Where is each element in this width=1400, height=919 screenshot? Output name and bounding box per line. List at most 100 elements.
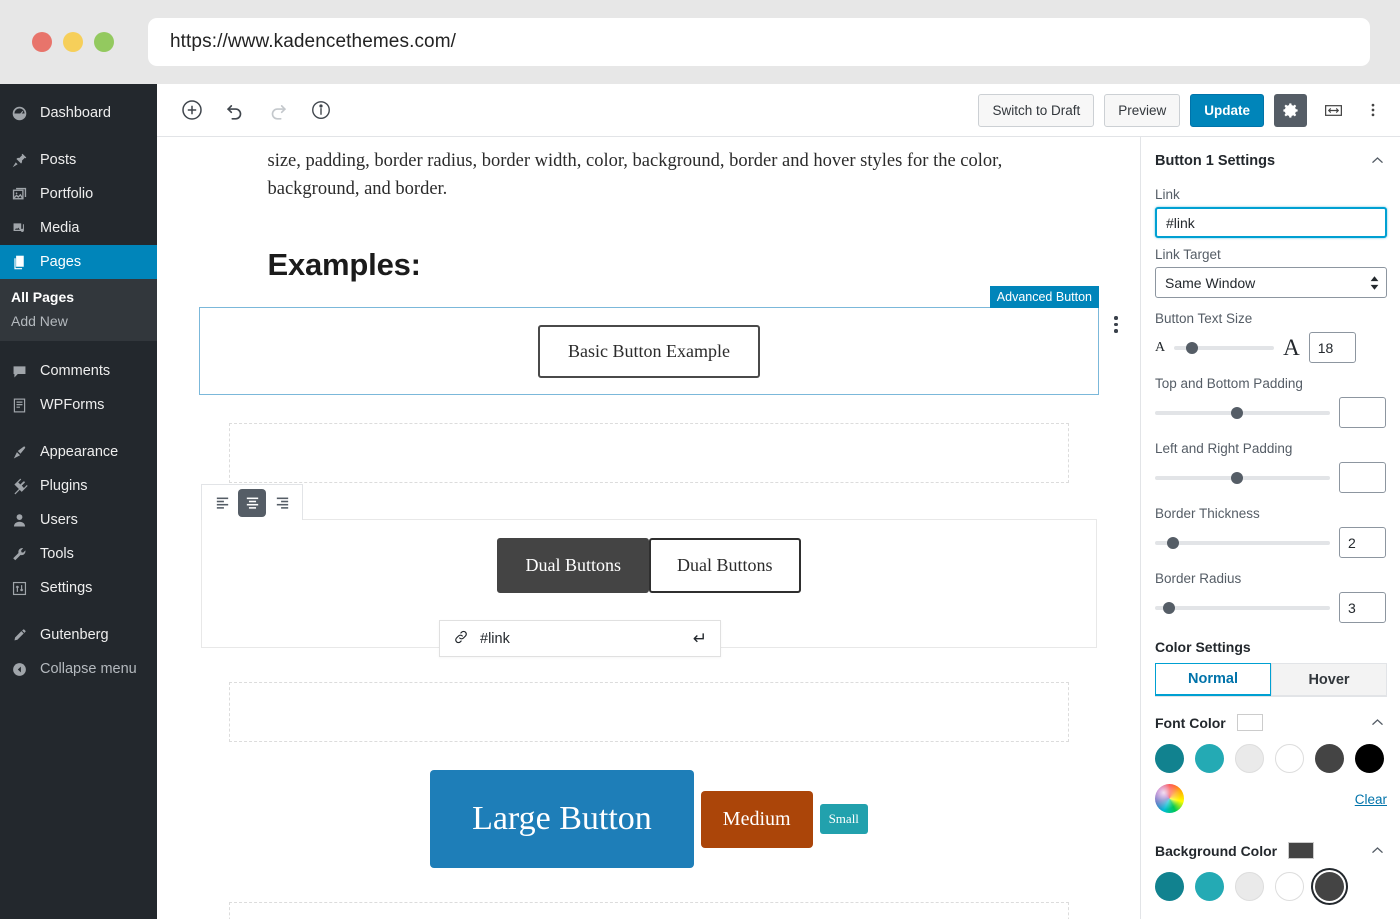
block-settings-sidebar: Button 1 Settings Link #link Link Target… (1140, 137, 1400, 919)
slider-thumb[interactable] (1231, 471, 1244, 484)
sidebar-item-portfolio[interactable]: Portfolio (0, 177, 157, 211)
text-size-input[interactable]: 18 (1308, 332, 1356, 363)
add-block-icon[interactable] (174, 92, 210, 128)
color-swatch[interactable] (1275, 872, 1304, 901)
link-popup-value[interactable]: #link (480, 631, 510, 647)
link-target-select[interactable]: Same Window (1155, 267, 1387, 298)
sidebar-item-pages[interactable]: Pages (0, 245, 157, 279)
button-sizes-block[interactable]: Large Button Medium Small (199, 770, 1099, 869)
basic-button-example[interactable]: Basic Button Example (538, 324, 760, 378)
chevron-up-icon[interactable] (1369, 842, 1386, 859)
sidebar-item-media[interactable]: Media (0, 211, 157, 245)
enter-arrow-icon[interactable]: ↵ (693, 629, 707, 649)
background-color-preview[interactable] (1288, 842, 1315, 859)
url-bar[interactable]: https://www.kadencethemes.com/ (148, 18, 1370, 66)
dual-buttons-block[interactable]: Dual Buttons Dual Buttons #link ↵ (201, 484, 1097, 658)
sidebar-item-settings[interactable]: Settings (0, 571, 157, 605)
border-radius-slider[interactable] (1155, 601, 1330, 614)
submenu-item-add-new[interactable]: Add New (0, 309, 157, 333)
settings-panel-title: Button 1 Settings (1155, 152, 1276, 169)
link-popup[interactable]: #link ↵ (439, 620, 721, 658)
small-button[interactable]: Small (819, 804, 868, 835)
color-swatch[interactable] (1235, 872, 1264, 901)
clear-font-color-link[interactable]: Clear (1355, 792, 1387, 807)
link-target-value: Same Window (1165, 274, 1256, 291)
gear-icon[interactable] (1274, 93, 1307, 127)
switch-to-draft-button[interactable]: Switch to Draft (978, 93, 1095, 127)
sidebar-item-label: Portfolio (40, 186, 94, 202)
align-left-icon[interactable] (208, 489, 236, 517)
align-right-icon[interactable] (268, 489, 296, 517)
dual-button-one[interactable]: Dual Buttons (497, 538, 649, 594)
medium-button[interactable]: Medium (700, 790, 813, 848)
minimize-window-button[interactable] (63, 32, 83, 52)
color-swatch[interactable] (1315, 744, 1344, 773)
border-thickness-slider[interactable] (1155, 536, 1330, 549)
window-controls (32, 32, 114, 52)
color-swatch[interactable] (1155, 872, 1184, 901)
submenu-item-all-pages[interactable]: All Pages (0, 285, 157, 309)
redo-icon[interactable] (260, 92, 296, 128)
link-input[interactable]: #link (1155, 207, 1387, 238)
sidebar-toggle-icon[interactable] (1317, 94, 1350, 127)
empty-block-placeholder[interactable] (229, 682, 1069, 743)
slider-thumb[interactable] (1163, 601, 1175, 614)
color-swatch[interactable] (1355, 744, 1384, 773)
color-swatch-selected[interactable] (1315, 872, 1344, 901)
chevron-up-icon[interactable] (1369, 714, 1386, 731)
block-options-icon[interactable] (1106, 316, 1126, 333)
color-swatch[interactable] (1235, 744, 1264, 773)
media-icon (9, 218, 29, 238)
sidebar-item-plugins[interactable]: Plugins (0, 469, 157, 503)
color-swatch[interactable] (1275, 744, 1304, 773)
close-window-button[interactable] (32, 32, 52, 52)
color-swatch[interactable] (1155, 744, 1184, 773)
ellipsis-vertical-icon[interactable] (1360, 94, 1386, 127)
font-color-preview[interactable] (1236, 714, 1263, 731)
lr-padding-slider[interactable] (1155, 471, 1330, 484)
color-swatch[interactable] (1195, 872, 1224, 901)
sidebar-item-wpforms[interactable]: WPForms (0, 388, 157, 422)
border-radius-input[interactable]: 3 (1339, 592, 1386, 623)
body-paragraph[interactable]: size, padding, border radius, border wid… (268, 147, 1031, 203)
sidebar-divider (0, 422, 157, 435)
slider-thumb[interactable] (1186, 341, 1199, 354)
collapse-menu-button[interactable]: Collapse menu (0, 652, 157, 686)
tb-padding-input[interactable] (1339, 397, 1386, 428)
sidebar-item-posts[interactable]: Posts (0, 143, 157, 177)
tab-normal[interactable]: Normal (1155, 663, 1271, 696)
dual-button-two[interactable]: Dual Buttons (649, 538, 801, 594)
lr-padding-input[interactable] (1339, 462, 1386, 493)
sidebar-item-appearance[interactable]: Appearance (0, 435, 157, 469)
border-thickness-value: 2 (1348, 534, 1356, 551)
slider-thumb[interactable] (1231, 406, 1244, 419)
color-swatch[interactable] (1195, 744, 1224, 773)
selected-block-advanced-button[interactable]: Advanced Button Basic Button Example (199, 286, 1118, 396)
update-button[interactable]: Update (1190, 93, 1264, 127)
slider-thumb[interactable] (1166, 536, 1179, 549)
block-type-label: Advanced Button (989, 286, 1099, 309)
sidebar-item-tools[interactable]: Tools (0, 537, 157, 571)
page-heading[interactable]: Examples: (268, 247, 1031, 283)
sidebar-item-dashboard[interactable]: Dashboard (0, 96, 157, 130)
sidebar-item-gutenberg[interactable]: Gutenberg (0, 618, 157, 652)
border-thickness-input[interactable]: 2 (1339, 527, 1386, 558)
preview-button[interactable]: Preview (1104, 93, 1181, 127)
large-button[interactable]: Large Button (430, 770, 694, 869)
empty-block-placeholder[interactable] (229, 423, 1069, 484)
empty-block-placeholder[interactable] (229, 902, 1069, 919)
tab-hover[interactable]: Hover (1271, 663, 1387, 696)
text-size-slider[interactable] (1174, 341, 1275, 354)
editor-canvas[interactable]: size, padding, border radius, border wid… (157, 137, 1141, 919)
tb-padding-slider[interactable] (1155, 406, 1330, 419)
align-center-icon[interactable] (238, 488, 266, 517)
chevron-up-icon[interactable] (1369, 152, 1386, 169)
undo-icon[interactable] (217, 92, 253, 128)
border-radius-control: 3 (1155, 592, 1386, 623)
sidebar-item-users[interactable]: Users (0, 503, 157, 537)
maximize-window-button[interactable] (94, 32, 114, 52)
sidebar-item-comments[interactable]: Comments (0, 354, 157, 388)
custom-color-picker-swatch[interactable] (1155, 784, 1184, 813)
info-icon[interactable] (303, 92, 339, 128)
top-bottom-padding-control (1155, 397, 1386, 428)
